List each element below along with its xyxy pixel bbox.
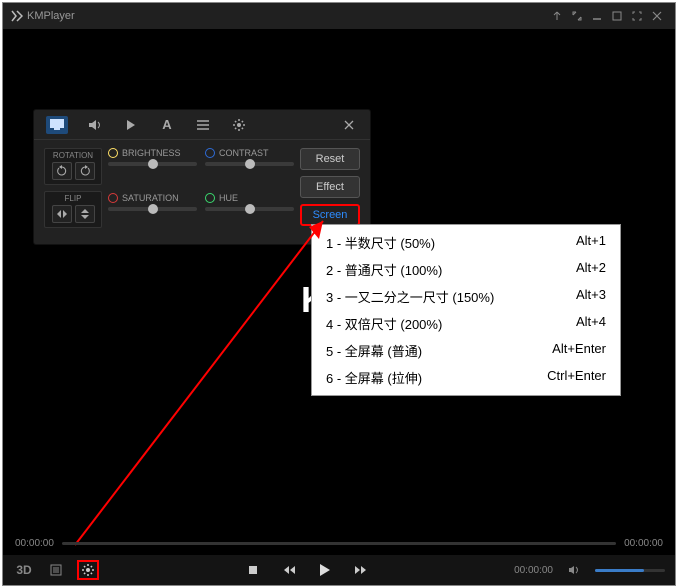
screen-button[interactable]: Screen — [300, 204, 360, 226]
maximize-icon[interactable] — [607, 6, 627, 26]
flip-group: FLIP — [44, 191, 102, 228]
compact-icon[interactable] — [567, 6, 587, 26]
brightness-label: BRIGHTNESS — [122, 148, 181, 158]
volume-icon[interactable] — [563, 560, 585, 580]
clock-time: 00:00:00 — [514, 565, 553, 576]
menu-item-shortcut: Alt+1 — [576, 233, 606, 252]
stop-button[interactable] — [242, 560, 264, 580]
play-button[interactable] — [314, 560, 336, 580]
menu-item-fullscreen-stretch[interactable]: 6 - 全屏幕 (拉伸) Ctrl+Enter — [312, 364, 620, 391]
bottom-bar: 3D 00:00:00 — [3, 555, 675, 585]
menu-item-label: 6 - 全屏幕 (拉伸) — [326, 368, 547, 387]
saturation-icon — [108, 193, 118, 203]
hue-control: HUE — [205, 193, 294, 234]
flip-horizontal-button[interactable] — [52, 205, 72, 223]
reset-button[interactable]: Reset — [300, 148, 360, 170]
flip-vertical-button[interactable] — [75, 205, 95, 223]
contrast-control: CONTRAST — [205, 148, 294, 189]
total-time: 00:00:00 — [624, 538, 663, 549]
seek-track[interactable] — [62, 542, 616, 545]
effect-button[interactable]: Effect — [300, 176, 360, 198]
screen-size-menu: 1 - 半数尺寸 (50%) Alt+1 2 - 普通尺寸 (100%) Alt… — [311, 224, 621, 396]
tab-list-icon[interactable] — [194, 116, 212, 134]
menu-item-fullscreen[interactable]: 5 - 全屏幕 (普通) Alt+Enter — [312, 337, 620, 364]
playlist-icon[interactable] — [45, 560, 67, 580]
flip-label: FLIP — [48, 194, 98, 203]
video-stage: K A ROTATION — [3, 29, 675, 585]
hue-icon — [205, 193, 215, 203]
menu-item-label: 2 - 普通尺寸 (100%) — [326, 260, 576, 279]
title-bar: KMPlayer — [3, 3, 675, 29]
brightness-icon — [108, 148, 118, 158]
panel-close-icon[interactable] — [340, 116, 358, 134]
prev-button[interactable] — [278, 560, 300, 580]
elapsed-time: 00:00:00 — [15, 538, 54, 549]
3d-button[interactable]: 3D — [13, 560, 35, 580]
menu-item-shortcut: Alt+3 — [576, 287, 606, 306]
settings-gear-button[interactable] — [77, 560, 99, 580]
hue-label: HUE — [219, 193, 238, 203]
menu-item-normal[interactable]: 2 - 普通尺寸 (100%) Alt+2 — [312, 256, 620, 283]
menu-item-shortcut: Alt+2 — [576, 260, 606, 279]
rotate-ccw-button[interactable] — [52, 162, 72, 180]
menu-item-label: 4 - 双倍尺寸 (200%) — [326, 314, 576, 333]
fullscreen-icon[interactable] — [627, 6, 647, 26]
menu-item-shortcut: Alt+Enter — [552, 341, 606, 360]
menu-item-label: 5 - 全屏幕 (普通) — [326, 341, 552, 360]
saturation-label: SATURATION — [122, 193, 179, 203]
contrast-icon — [205, 148, 215, 158]
saturation-slider[interactable] — [108, 207, 197, 211]
menu-item-shortcut: Ctrl+Enter — [547, 368, 606, 387]
saturation-control: SATURATION — [108, 193, 197, 234]
rotation-label: ROTATION — [48, 151, 98, 160]
menu-item-shortcut: Alt+4 — [576, 314, 606, 333]
menu-item-half[interactable]: 1 - 半数尺寸 (50%) Alt+1 — [312, 229, 620, 256]
player-window: KMPlayer K A R — [2, 2, 676, 586]
menu-item-150[interactable]: 3 - 一又二分之一尺寸 (150%) Alt+3 — [312, 283, 620, 310]
brightness-slider[interactable] — [108, 162, 197, 166]
contrast-label: CONTRAST — [219, 148, 269, 158]
rotation-group: ROTATION — [44, 148, 102, 185]
tab-settings-icon[interactable] — [230, 116, 248, 134]
hue-slider[interactable] — [205, 207, 294, 211]
volume-slider[interactable] — [595, 569, 665, 572]
menu-item-label: 1 - 半数尺寸 (50%) — [326, 233, 576, 252]
tab-display-icon[interactable] — [46, 116, 68, 134]
panel-tab-row: A — [34, 110, 370, 140]
seek-bar-row: 00:00:00 00:00:00 — [15, 538, 663, 549]
minimize-icon[interactable] — [587, 6, 607, 26]
menu-item-double[interactable]: 4 - 双倍尺寸 (200%) Alt+4 — [312, 310, 620, 337]
contrast-slider[interactable] — [205, 162, 294, 166]
tab-subtitle-icon[interactable]: A — [158, 116, 176, 134]
next-button[interactable] — [350, 560, 372, 580]
app-title: KMPlayer — [27, 10, 75, 22]
close-icon[interactable] — [647, 6, 667, 26]
pin-icon[interactable] — [547, 6, 567, 26]
brightness-control: BRIGHTNESS — [108, 148, 197, 189]
rotate-cw-button[interactable] — [75, 162, 95, 180]
tab-audio-icon[interactable] — [86, 116, 104, 134]
menu-item-label: 3 - 一又二分之一尺寸 (150%) — [326, 287, 576, 306]
app-logo: KMPlayer — [11, 10, 75, 22]
tab-play-icon[interactable] — [122, 116, 140, 134]
